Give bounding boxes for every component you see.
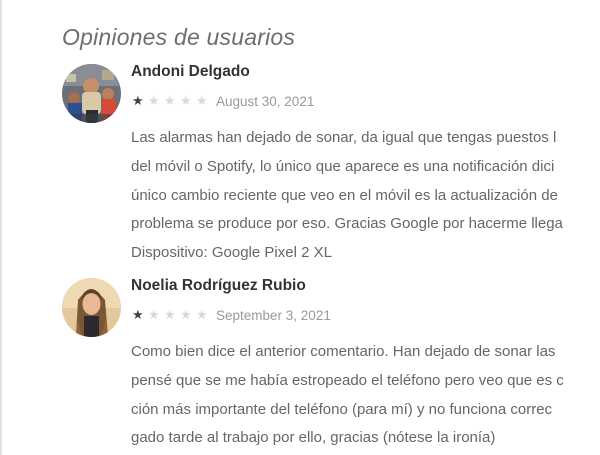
star-filled-icon: ★ — [132, 93, 144, 109]
star-empty-icon: ★ — [180, 93, 192, 109]
panel-divider — [0, 0, 2, 455]
star-empty-icon: ★ — [148, 93, 160, 109]
star-empty-icon: ★ — [180, 307, 192, 323]
review-date: September 3, 2021 — [216, 307, 331, 323]
reviews-panel: Opiniones de usuarios Andoni Delgado ★ ★… — [0, 0, 600, 455]
review-text-line: gado tarde al trabajo por ello, gracias … — [131, 429, 496, 447]
review-date: August 30, 2021 — [216, 93, 315, 109]
review-text-line: pensé que se me había estropeado el telé… — [131, 371, 564, 389]
star-rating: ★ ★ ★ ★ ★ — [132, 95, 212, 108]
avatar-photo — [62, 64, 121, 123]
review-text-line: Las alarmas han dejado de sonar, da igua… — [131, 129, 557, 146]
review-text: Como bien dice el anterior comentario. H… — [131, 338, 600, 453]
star-filled-icon: ★ — [132, 307, 144, 323]
review-rating-row: ★ ★ ★ ★ ★ August 30, 2021 — [132, 92, 314, 110]
avatar[interactable] — [62, 64, 121, 123]
avatar-photo — [62, 278, 121, 337]
review-text-line: problema se produce por eso. Gracias Goo… — [131, 215, 563, 233]
review-author[interactable]: Noelia Rodríguez Rubio — [131, 277, 306, 295]
review-rating-row: ★ ★ ★ ★ ★ September 3, 2021 — [132, 306, 331, 324]
star-empty-icon: ★ — [196, 93, 208, 109]
avatar[interactable] — [62, 278, 121, 337]
review-text-line: Como bien dice el anterior comentario. H… — [131, 343, 556, 360]
review-text-line: único cambio reciente que veo en el móvi… — [131, 186, 558, 204]
review-text-line: ción más importante del teléfono (para m… — [131, 400, 553, 418]
star-rating: ★ ★ ★ ★ ★ — [132, 309, 212, 322]
review-author[interactable]: Andoni Delgado — [131, 63, 250, 81]
star-empty-icon: ★ — [164, 307, 176, 323]
section-title: Opiniones de usuarios — [62, 24, 296, 50]
star-empty-icon: ★ — [164, 93, 176, 109]
review-device-line: Dispositivo: Google Pixel 2 XL — [131, 244, 332, 262]
star-empty-icon: ★ — [148, 307, 160, 323]
star-empty-icon: ★ — [196, 307, 208, 323]
review-text: Las alarmas han dejado de sonar, da igua… — [131, 124, 600, 268]
review-text-line: del móvil o Spotify, lo único que aparec… — [131, 157, 555, 175]
